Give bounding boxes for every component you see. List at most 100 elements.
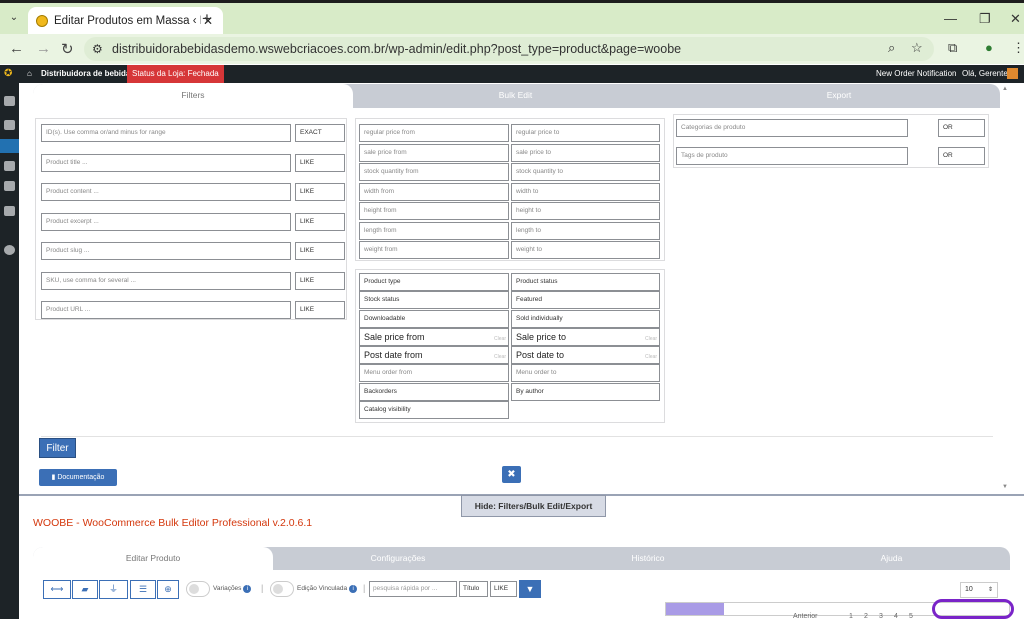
- site-info-icon[interactable]: ⚙: [92, 37, 103, 61]
- range-to-input[interactable]: sale price to: [511, 143, 660, 162]
- backorders-select[interactable]: Backorders: [359, 383, 509, 401]
- new-tab-icon[interactable]: +: [202, 9, 212, 29]
- author-select[interactable]: By author: [511, 383, 660, 401]
- text-filter-input[interactable]: Product slug ...: [41, 242, 291, 260]
- range-from-input[interactable]: height from: [359, 202, 509, 220]
- text-filter-input[interactable]: Product URL ...: [41, 301, 291, 319]
- forward-icon[interactable]: →: [36, 40, 51, 57]
- match-operator-select[interactable]: LIKE: [295, 242, 345, 260]
- range-from-input[interactable]: width from: [359, 182, 509, 201]
- match-operator-select[interactable]: LIKE: [295, 183, 345, 201]
- match-operator-select[interactable]: LIKE: [295, 271, 345, 290]
- text-filter-input[interactable]: SKU, use comma for several ...: [41, 271, 291, 290]
- posts-icon[interactable]: [4, 120, 15, 130]
- product-select[interactable]: Featured: [511, 291, 660, 310]
- search-op-select[interactable]: LIKE: [490, 581, 517, 597]
- avatar[interactable]: [1007, 68, 1018, 79]
- info-icon[interactable]: i: [349, 585, 358, 593]
- browser-menu-icon[interactable]: ⋮: [1012, 40, 1024, 56]
- quick-search-filter-button[interactable]: ▼: [519, 580, 541, 598]
- tab-bulk-edit[interactable]: Bulk Edit: [353, 84, 678, 108]
- range-to-input[interactable]: weight to: [511, 241, 660, 259]
- window-close-icon[interactable]: ✕: [1010, 11, 1021, 27]
- site-name[interactable]: Distribuidora de bebidas: [41, 65, 135, 83]
- scroll-down-icon[interactable]: ▼: [1002, 484, 1008, 490]
- taxonomy-operator-select[interactable]: OR: [938, 147, 985, 165]
- add-product-button[interactable]: ⊕: [157, 580, 179, 599]
- product-select[interactable]: Stock status: [359, 291, 509, 310]
- taxonomy-input[interactable]: Categorias de produto: [676, 119, 908, 137]
- wp-logo-icon[interactable]: ✪: [4, 65, 12, 83]
- date-clear-link[interactable]: Clear: [645, 349, 657, 363]
- range-to-input[interactable]: length to: [511, 221, 660, 240]
- per-page-select[interactable]: 10 ⇕: [960, 582, 998, 598]
- list-button[interactable]: ☰: [130, 580, 156, 599]
- match-operator-select[interactable]: LIKE: [295, 212, 345, 231]
- analytics-icon[interactable]: [4, 161, 15, 171]
- date-clear-link[interactable]: Clear: [494, 349, 506, 363]
- variacoes-toggle[interactable]: [186, 581, 210, 597]
- documentation-button[interactable]: ▮ Documentação: [39, 469, 117, 486]
- date-to-input[interactable]: Post date to Clear: [511, 346, 660, 364]
- range-to-input[interactable]: stock quantity to: [511, 163, 660, 181]
- date-clear-link[interactable]: Clear: [494, 331, 506, 345]
- products-icon[interactable]: [0, 139, 19, 153]
- appearance-icon[interactable]: [4, 206, 15, 216]
- text-filter-input[interactable]: Product title ...: [41, 153, 291, 172]
- scroll-up-icon[interactable]: ▲: [1002, 86, 1008, 92]
- profile-icon[interactable]: ●: [985, 40, 993, 55]
- range-from-input[interactable]: weight from: [359, 241, 509, 259]
- tab-export[interactable]: Export: [678, 84, 1000, 108]
- dashboard-icon[interactable]: [4, 96, 15, 106]
- match-operator-select[interactable]: EXACT: [295, 124, 345, 142]
- search-field-select[interactable]: Título: [459, 581, 488, 597]
- menu-order-from-input[interactable]: Menu order from: [359, 364, 509, 382]
- product-select[interactable]: Product type: [359, 273, 509, 291]
- url-field[interactable]: ⚙ distribuidorabebidasdemo.wswebcriacoes…: [84, 37, 934, 61]
- range-from-input[interactable]: stock quantity from: [359, 163, 509, 181]
- range-from-input[interactable]: length from: [359, 221, 509, 240]
- home-icon[interactable]: ⌂: [27, 65, 32, 83]
- back-icon[interactable]: ←: [9, 40, 24, 57]
- date-from-input[interactable]: Post date from Clear: [359, 346, 509, 364]
- minimize-icon[interactable]: —: [944, 11, 957, 26]
- range-from-input[interactable]: sale price from: [359, 143, 509, 162]
- tab-search-icon[interactable]: ⌄: [6, 9, 22, 27]
- date-from-input[interactable]: Sale price from Clear: [359, 328, 509, 346]
- restore-icon[interactable]: ❐: [979, 11, 991, 27]
- bookmark-star-icon[interactable]: ☆: [911, 40, 923, 56]
- close-panel-button[interactable]: ✖: [502, 466, 521, 483]
- marketing-icon[interactable]: [4, 181, 15, 191]
- filter-flask-button[interactable]: ⏚: [99, 580, 128, 599]
- taxonomy-operator-select[interactable]: OR: [938, 119, 985, 137]
- hide-panels-button[interactable]: Hide: Filters/Bulk Edit/Export: [461, 495, 606, 517]
- product-select[interactable]: Downloadable: [359, 309, 509, 328]
- tab-ajuda[interactable]: Ajuda: [773, 547, 1010, 570]
- product-select[interactable]: Product status: [511, 273, 660, 291]
- range-to-input[interactable]: regular price to: [511, 124, 660, 142]
- tab-historico[interactable]: Histórico: [523, 547, 773, 570]
- text-filter-input[interactable]: Product excerpt ...: [41, 212, 291, 231]
- match-operator-select[interactable]: LIKE: [295, 153, 345, 172]
- filter-button[interactable]: Filter: [39, 438, 76, 458]
- user-greeting[interactable]: Olá, Gerente: [962, 65, 1008, 83]
- range-to-input[interactable]: width to: [511, 182, 660, 201]
- date-to-input[interactable]: Sale price to Clear: [511, 328, 660, 346]
- browser-tab[interactable]: Editar Produtos em Massa ‹ Dis ✕: [28, 7, 223, 34]
- catalog-visibility-select[interactable]: Catalog visibility: [359, 401, 509, 419]
- date-clear-link[interactable]: Clear: [645, 331, 657, 345]
- extensions-icon[interactable]: ⧉: [948, 40, 957, 56]
- tab-configuracoes[interactable]: Configurações: [273, 547, 523, 570]
- quick-search-input[interactable]: pesquisa rápida por ...: [369, 581, 457, 597]
- media-icon[interactable]: [4, 245, 15, 255]
- info-icon[interactable]: i: [243, 585, 252, 593]
- menu-order-to-input[interactable]: Menu order to: [511, 364, 660, 382]
- taxonomy-input[interactable]: Tags de produto: [676, 147, 908, 165]
- reload-icon[interactable]: ↻: [61, 40, 74, 58]
- tab-filters[interactable]: Filters: [33, 84, 353, 108]
- range-to-input[interactable]: height to: [511, 202, 660, 220]
- range-from-input[interactable]: regular price from: [359, 124, 509, 142]
- edicao-vinculada-toggle[interactable]: [270, 581, 294, 597]
- store-status-badge[interactable]: Status da Loja: Fechada: [127, 65, 224, 83]
- text-filter-input[interactable]: ID(s). Use comma or/and minus for range: [41, 124, 291, 142]
